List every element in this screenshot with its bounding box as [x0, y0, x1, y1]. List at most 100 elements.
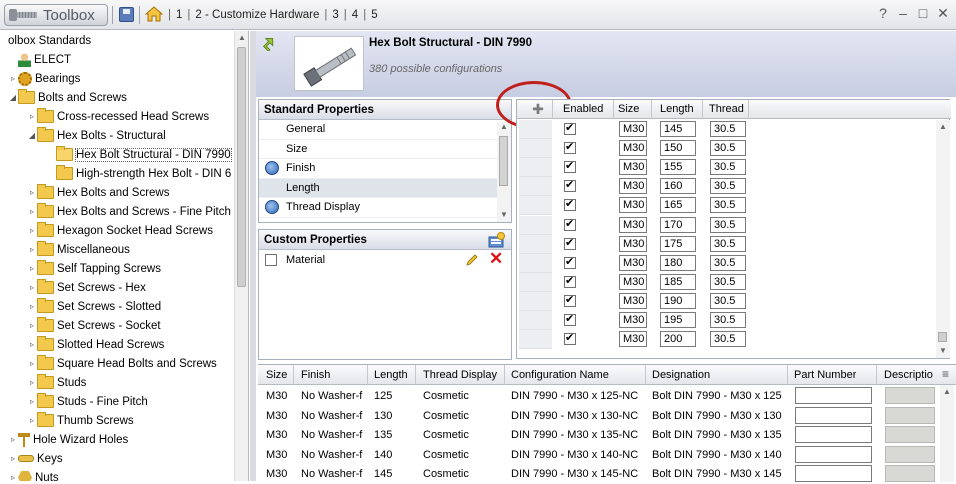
- thread-cell[interactable]: 30.5: [710, 331, 746, 348]
- col-part-number[interactable]: Part Number: [794, 369, 856, 381]
- table-row[interactable]: M30 No Washer-f 130 Cosmetic DIN 7990 - M30 …: [258, 406, 938, 426]
- part-number-input[interactable]: [795, 387, 872, 404]
- length-cell[interactable]: 190: [660, 292, 696, 309]
- expand-arrow-icon[interactable]: ▹: [27, 397, 37, 406]
- scroll-thumb[interactable]: [938, 332, 947, 342]
- row-header[interactable]: [519, 330, 552, 350]
- thread-cell[interactable]: 30.5: [710, 312, 746, 328]
- enabled-checkbox[interactable]: [564, 274, 576, 288]
- custom-property-checkbox[interactable]: [265, 254, 277, 266]
- tree-scrollbar[interactable]: ▲: [234, 31, 248, 481]
- table-scrollbar[interactable]: ▲: [940, 385, 954, 482]
- length-cell[interactable]: 175: [660, 235, 696, 252]
- thread-cell[interactable]: 30.5: [710, 235, 746, 252]
- tree-item[interactable]: ◢ Bolts and Screws: [8, 88, 127, 107]
- row-header[interactable]: [519, 311, 552, 330]
- save-icon[interactable]: [119, 7, 134, 22]
- expand-arrow-icon[interactable]: ◢: [27, 131, 37, 140]
- enabled-checkbox[interactable]: [564, 178, 576, 193]
- expand-arrow-icon[interactable]: ▹: [27, 264, 37, 273]
- tree-item[interactable]: ▹ Set Screws - Hex: [27, 278, 146, 297]
- tree-item[interactable]: ▹ Bearings: [8, 69, 80, 88]
- property-finish[interactable]: Finish: [259, 159, 497, 179]
- breadcrumb-step-2[interactable]: 2 - Customize Hardware: [194, 9, 320, 21]
- row-header[interactable]: [519, 291, 552, 311]
- table-row[interactable]: M30 No Washer-f 135 Cosmetic DIN 7990 - M30 …: [258, 425, 938, 445]
- add-column-icon[interactable]: ✚: [531, 102, 545, 116]
- tree-item[interactable]: ▹ Self Tapping Screws: [27, 259, 161, 278]
- tree-item[interactable]: Hex Bolt Structural - DIN 7990: [46, 145, 232, 164]
- enabled-checkbox[interactable]: [564, 140, 576, 155]
- tree-item[interactable]: ▹ Studs - Fine Pitch: [27, 392, 148, 411]
- thread-cell[interactable]: 30.5: [710, 273, 746, 290]
- description-input[interactable]: [885, 465, 935, 482]
- tree-item[interactable]: ▹ Hex Bolts and Screws - Fine Pitch: [27, 202, 231, 221]
- size-cell[interactable]: M30: [619, 197, 647, 214]
- row-header[interactable]: [519, 234, 552, 254]
- expand-arrow-icon[interactable]: ▹: [27, 416, 37, 425]
- column-menu-icon[interactable]: ≡: [942, 367, 949, 381]
- property-size[interactable]: Size: [259, 140, 497, 159]
- enabled-checkbox[interactable]: [564, 255, 576, 269]
- expand-arrow-icon[interactable]: ▹: [27, 302, 37, 311]
- thread-cell[interactable]: 30.5: [710, 178, 746, 195]
- description-input[interactable]: [885, 445, 935, 463]
- part-number-input[interactable]: [795, 426, 872, 443]
- property-length[interactable]: Length: [259, 178, 497, 198]
- tree-item[interactable]: olbox Standards: [0, 31, 91, 50]
- edit-pencil-icon[interactable]: [465, 253, 479, 267]
- size-cell[interactable]: M30: [619, 235, 647, 252]
- breadcrumb-step-5[interactable]: 5: [370, 9, 378, 21]
- grid-scrollbar[interactable]: ▲ ▼: [936, 120, 950, 358]
- enabled-checkbox[interactable]: [564, 312, 576, 326]
- part-number-input[interactable]: [795, 445, 872, 463]
- size-cell[interactable]: M30: [619, 178, 647, 195]
- size-cell[interactable]: M30: [619, 312, 647, 328]
- length-cell[interactable]: 200: [660, 331, 696, 348]
- thread-cell[interactable]: 30.5: [710, 254, 746, 271]
- description-input[interactable]: [885, 406, 935, 424]
- expand-arrow-icon[interactable]: ▹: [8, 454, 18, 463]
- enabled-checkbox[interactable]: [564, 293, 576, 307]
- help-button[interactable]: ?: [876, 5, 890, 22]
- table-row[interactable]: M30 No Washer-f 140 Cosmetic DIN 7990 - M30 …: [258, 445, 938, 465]
- size-cell[interactable]: M30: [619, 159, 647, 176]
- scroll-down-icon[interactable]: ▼: [500, 210, 508, 219]
- table-row[interactable]: M30 No Washer-f 125 Cosmetic DIN 7990 - M30 …: [258, 386, 938, 406]
- scroll-thumb[interactable]: [499, 136, 508, 186]
- tree-item[interactable]: ▹ Keys: [8, 449, 63, 468]
- tree-item[interactable]: ▹ Hex Bolts and Screws: [27, 183, 170, 202]
- scroll-thumb[interactable]: [237, 47, 246, 287]
- row-header[interactable]: [519, 196, 552, 216]
- size-cell[interactable]: M30: [619, 121, 647, 137]
- expand-arrow-icon[interactable]: ▹: [27, 188, 37, 197]
- enabled-checkbox[interactable]: [564, 236, 576, 250]
- custom-property-row[interactable]: Material ✕: [259, 250, 511, 270]
- minimize-button[interactable]: –: [896, 5, 910, 22]
- row-header[interactable]: [519, 177, 552, 197]
- breadcrumb-step-4[interactable]: 4: [351, 9, 359, 21]
- length-cell[interactable]: 165: [660, 197, 696, 214]
- expand-arrow-icon[interactable]: ▹: [27, 112, 37, 121]
- enabled-checkbox[interactable]: [564, 331, 576, 346]
- property-thread-display[interactable]: Thread Display: [259, 198, 497, 218]
- length-cell[interactable]: 195: [660, 312, 696, 328]
- enabled-checkbox[interactable]: [564, 121, 576, 135]
- enabled-checkbox[interactable]: [564, 217, 576, 231]
- expand-arrow-icon[interactable]: ▹: [8, 435, 18, 444]
- length-cell[interactable]: 150: [660, 140, 696, 157]
- delete-icon[interactable]: ✕: [489, 250, 503, 267]
- up-level-icon[interactable]: [261, 36, 276, 51]
- tree-item[interactable]: ▹ Square Head Bolts and Screws: [27, 354, 217, 373]
- property-general[interactable]: General: [259, 120, 497, 140]
- row-header[interactable]: [519, 158, 552, 178]
- length-cell[interactable]: 160: [660, 178, 696, 195]
- thread-cell[interactable]: 30.5: [710, 292, 746, 309]
- row-header[interactable]: [519, 215, 552, 235]
- standard-properties-scrollbar[interactable]: ▲ ▼: [497, 122, 511, 222]
- expand-arrow-icon[interactable]: ▹: [8, 74, 18, 83]
- scroll-up-icon[interactable]: ▲: [500, 122, 508, 131]
- size-cell[interactable]: M30: [619, 273, 647, 290]
- thread-cell[interactable]: 30.5: [710, 140, 746, 157]
- col-length[interactable]: Length: [374, 369, 408, 381]
